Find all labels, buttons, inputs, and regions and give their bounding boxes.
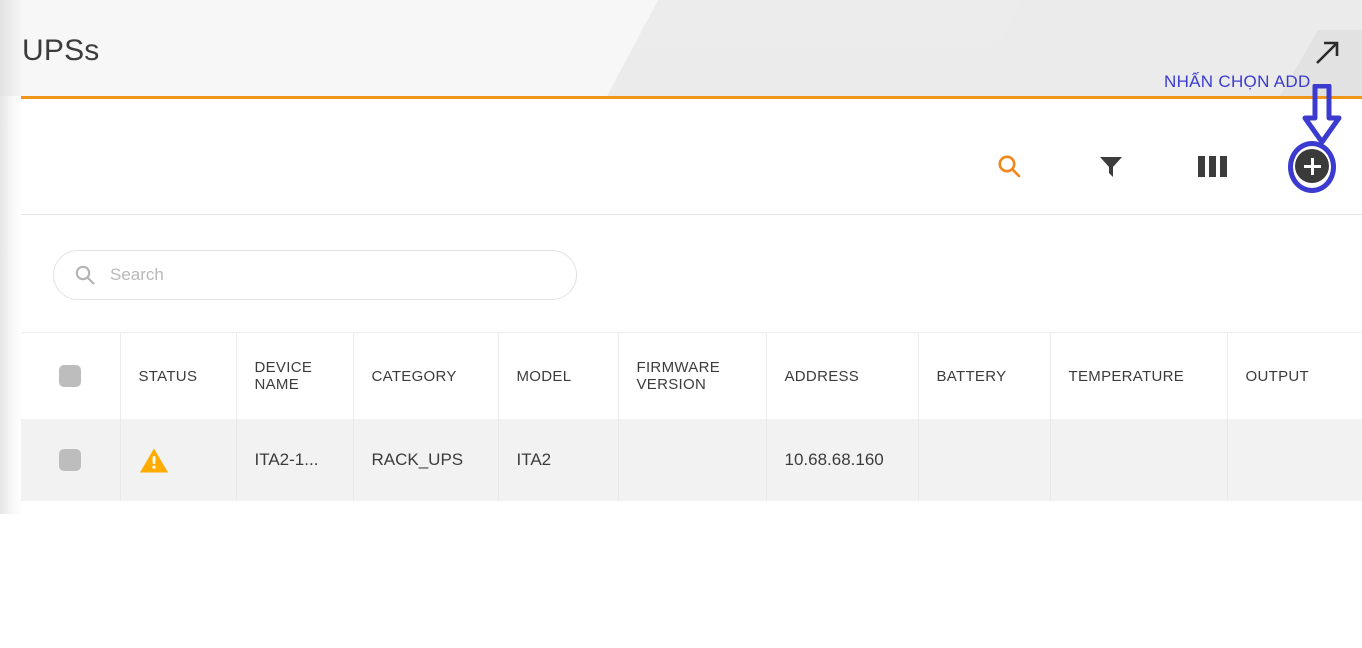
row-select-cell[interactable] — [21, 419, 121, 501]
annotation-label: NHẤN CHỌN ADD — [1164, 72, 1311, 91]
column-header-model[interactable]: MODEL — [498, 333, 619, 419]
page-header: UPSs — [0, 0, 1362, 96]
search-input-icon — [74, 264, 96, 286]
warning-icon — [139, 447, 236, 474]
open-in-new-arrow-icon[interactable] — [1312, 38, 1342, 68]
column-header-device-name[interactable]: DEVICE NAME — [236, 333, 354, 419]
ups-table-card: STATUS DEVICE NAME CATEGORY MODEL FIRMWA… — [21, 96, 1362, 514]
plus-icon — [1295, 149, 1329, 183]
table-toolbar — [21, 99, 1362, 215]
columns-icon[interactable] — [1191, 145, 1233, 187]
table-header-row: STATUS DEVICE NAME CATEGORY MODEL FIRMWA… — [21, 333, 1362, 419]
card-left-shadow — [0, 96, 21, 514]
column-bar — [1219, 155, 1227, 177]
select-all-checkbox[interactable] — [59, 365, 82, 387]
filter-funnel-icon[interactable] — [1090, 145, 1132, 187]
cell-status — [120, 419, 237, 501]
search-icon[interactable] — [988, 145, 1030, 187]
cell-battery — [918, 419, 1051, 501]
header-left-shadow — [0, 0, 22, 96]
cell-output — [1227, 419, 1362, 501]
cell-firmware-version — [618, 419, 767, 501]
column-bar — [1208, 155, 1216, 177]
cell-temperature — [1050, 419, 1228, 501]
search-box[interactable] — [53, 250, 577, 300]
column-header-firmware-version[interactable]: FIRMWARE VERSION — [618, 333, 767, 419]
column-header-status[interactable]: STATUS — [120, 333, 237, 419]
table-row[interactable]: ITA2-1... RACK_UPS ITA2 10.68.68.160 — [21, 419, 1362, 501]
column-header-address[interactable]: ADDRESS — [766, 333, 919, 419]
row-checkbox[interactable] — [59, 449, 82, 471]
cell-address[interactable]: 10.68.68.160 — [766, 419, 919, 501]
search-input[interactable] — [108, 264, 552, 286]
cell-model: ITA2 — [498, 419, 619, 501]
add-button[interactable] — [1291, 145, 1333, 187]
column-bar — [1197, 155, 1205, 177]
page-title: UPSs — [22, 34, 100, 67]
select-all-header[interactable] — [21, 333, 121, 419]
ups-table: STATUS DEVICE NAME CATEGORY MODEL FIRMWA… — [21, 333, 1362, 501]
column-header-battery[interactable]: BATTERY — [918, 333, 1051, 419]
search-row — [21, 215, 1362, 333]
column-header-output[interactable]: OUTPUT — [1227, 333, 1362, 419]
column-header-category[interactable]: CATEGORY — [353, 333, 499, 419]
column-header-temperature[interactable]: TEMPERATURE — [1050, 333, 1228, 419]
cell-category: RACK_UPS — [353, 419, 499, 501]
cell-device-name[interactable]: ITA2-1... — [236, 419, 354, 501]
